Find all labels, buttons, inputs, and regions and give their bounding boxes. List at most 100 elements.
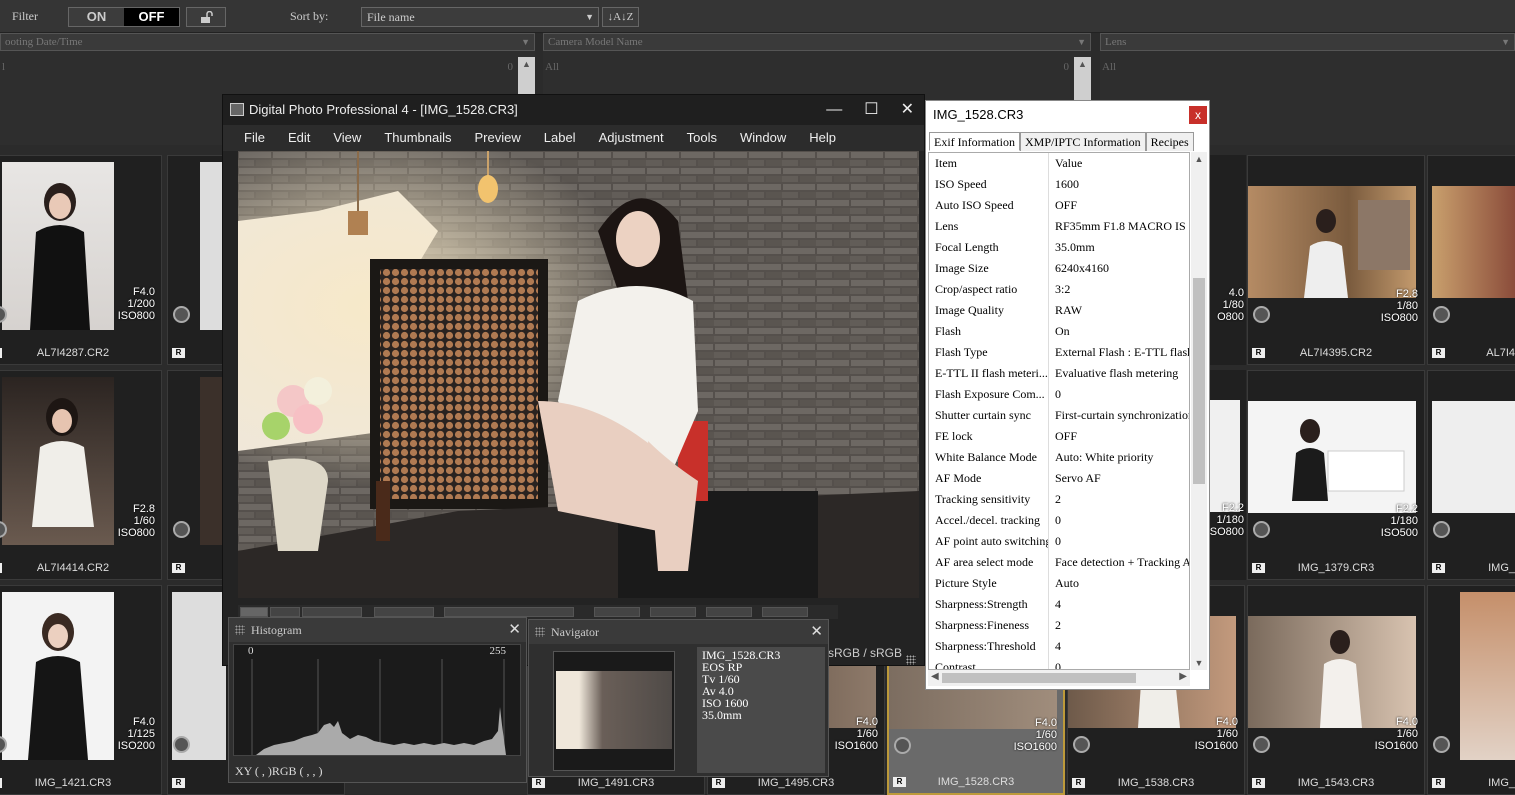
menu-edit[interactable]: Edit [288,125,310,151]
menu-thumbnails[interactable]: Thumbnails [384,125,451,151]
scrollbar-thumb[interactable] [1193,278,1205,484]
table-row[interactable]: E-TTL II flash meteri... Evaluative flash… [929,363,1189,384]
add-icon[interactable] [894,737,911,754]
toolbar-button[interactable] [650,607,696,617]
thumbnail-cell[interactable]: F2.81/60ISO800 R AL7I4414.CR2 [0,370,162,580]
table-row[interactable]: White Balance Mode Auto: White priority [929,447,1189,468]
menu-window[interactable]: Window [740,125,786,151]
table-row[interactable]: Crop/aspect ratio 3:2 [929,279,1189,300]
scrollbar-thumb[interactable] [942,673,1136,683]
add-icon[interactable] [1433,736,1450,753]
thumbnail-cell[interactable]: F4.01/200ISO800 R AL7I4287.CR2 [0,155,162,365]
close-button[interactable]: ✕ [901,95,914,125]
add-icon[interactable] [1253,521,1270,538]
tab-exif[interactable]: Exif Information [929,132,1020,151]
close-icon[interactable]: ✕ [508,618,521,642]
tab-recipes[interactable]: Recipes [1145,132,1194,151]
filter-row[interactable]: All [1100,61,1497,77]
chevron-right-icon[interactable]: ▶ [1179,671,1187,682]
check-icon[interactable] [173,306,190,323]
table-row[interactable]: AF Mode Servo AF [929,468,1189,489]
table-row[interactable]: Image Quality RAW [929,300,1189,321]
menu-adjustment[interactable]: Adjustment [599,125,664,151]
add-icon[interactable] [1433,521,1450,538]
lock-button[interactable] [186,7,226,27]
filter-column-header[interactable]: ooting Date/Time ▼ [0,33,535,51]
menu-file[interactable]: File [244,125,265,151]
toolbar-button[interactable] [240,607,268,617]
window-titlebar[interactable]: Digital Photo Professional 4 - [IMG_1528… [223,95,924,125]
add-icon[interactable] [173,736,190,753]
check-icon[interactable] [173,521,190,538]
thumbnail-cell[interactable]: F2.2 1/180 ISO800 [1207,370,1246,580]
add-icon[interactable] [1253,736,1270,753]
toolbar-button[interactable] [270,607,300,617]
sort-direction-button[interactable]: ↓A↓Z [602,7,639,27]
menu-preview[interactable]: Preview [475,125,521,151]
toolbar-button[interactable] [594,607,640,617]
table-row[interactable]: Image Size 6240x4160 [929,258,1189,279]
chevron-up-icon[interactable]: ▲ [1191,154,1207,164]
filter-row[interactable]: l0 [0,61,517,77]
menu-help[interactable]: Help [809,125,836,151]
table-row[interactable]: ISO Speed 1600 [929,174,1189,195]
toolbar-button[interactable] [444,607,574,617]
filter-on-button[interactable]: ON [69,8,124,26]
table-row[interactable]: AF point auto switching 0 [929,531,1189,552]
check-icon[interactable] [1433,306,1450,323]
filter-column-header[interactable]: Camera Model Name ▼ [543,33,1091,51]
filter-row[interactable]: All 0 [543,61,1073,77]
table-row[interactable]: Focal Length 35.0mm [929,237,1189,258]
table-row[interactable]: Auto ISO Speed OFF [929,195,1189,216]
thumbnail-cell[interactable]: F4.0 1/60 ISO1600 R IMG_1543.CR3 [1247,585,1425,795]
grip-icon[interactable] [235,625,245,635]
palette-header[interactable]: Histogram ✕ [229,618,526,642]
table-row[interactable]: Contrast 0 [929,657,1189,669]
filter-off-button[interactable]: OFF [124,8,179,26]
close-icon[interactable]: ✕ [810,620,823,644]
tab-xmp-iptc[interactable]: XMP/IPTC Information [1019,132,1146,151]
table-row[interactable]: Flash Exposure Com... 0 [929,384,1189,405]
thumbnail-cell[interactable]: F4.01/125ISO200 R IMG_1421.CR3 [0,585,162,795]
table-row[interactable]: Tracking sensitivity 2 [929,489,1189,510]
thumbnail-cell[interactable]: F2.8 1/80 ISO800 R AL7I4395.CR2 [1247,155,1425,365]
toolbar-button[interactable] [762,607,808,617]
check-icon[interactable] [1253,306,1270,323]
chevron-down-icon[interactable]: ▼ [1191,658,1207,668]
toolbar-button[interactable] [374,607,434,617]
navigator-thumbnail[interactable] [553,651,675,771]
table-row[interactable]: FE lock OFF [929,426,1189,447]
table-row[interactable]: AF area select mode Face detection + Trac… [929,552,1189,573]
table-row[interactable]: Sharpness:Strength 4 [929,594,1189,615]
thumbnail-cell[interactable]: R IMG_ [1427,370,1515,580]
table-row[interactable]: Shutter curtain sync First-curtain synchr… [929,405,1189,426]
filter-toggle[interactable]: ON OFF [68,7,180,27]
minimize-button[interactable]: — [826,95,842,125]
info-titlebar[interactable]: IMG_1528.CR3 x [926,101,1209,129]
add-icon[interactable] [1073,736,1090,753]
image-viewer[interactable] [238,151,919,598]
table-row[interactable]: Picture Style Auto [929,573,1189,594]
maximize-button[interactable]: ☐ [864,95,878,125]
palette-header[interactable]: Navigator ✕ [529,620,828,644]
thumbnail-cell[interactable]: F2.2 1/180 ISO500 R IMG_1379.CR3 [1247,370,1425,580]
close-button[interactable]: x [1189,106,1207,124]
table-row[interactable]: Flash On [929,321,1189,342]
table-row[interactable]: Sharpness:Fineness 2 [929,615,1189,636]
chevron-left-icon[interactable]: ◀ [931,671,939,682]
table-row[interactable]: Flash Type External Flash : E-TTL flash [929,342,1189,363]
filter-column-header[interactable]: Lens ▼ [1100,33,1515,51]
menu-label[interactable]: Label [544,125,576,151]
grip-icon[interactable] [535,627,545,637]
vertical-scrollbar[interactable]: ▲ ▼ [1191,152,1207,670]
menu-view[interactable]: View [333,125,361,151]
table-row[interactable]: Accel./decel. tracking 0 [929,510,1189,531]
thumbnail-cell[interactable]: R AL7I4 [1427,155,1515,365]
resize-grip-icon[interactable] [906,655,916,665]
thumbnail-cell[interactable]: R IMG_ [1427,585,1515,795]
toolbar-button[interactable] [706,607,752,617]
toolbar-button[interactable] [302,607,362,617]
table-row[interactable]: Sharpness:Threshold 4 [929,636,1189,657]
sort-select[interactable]: File name ▼ [361,7,599,27]
menu-tools[interactable]: Tools [687,125,717,151]
